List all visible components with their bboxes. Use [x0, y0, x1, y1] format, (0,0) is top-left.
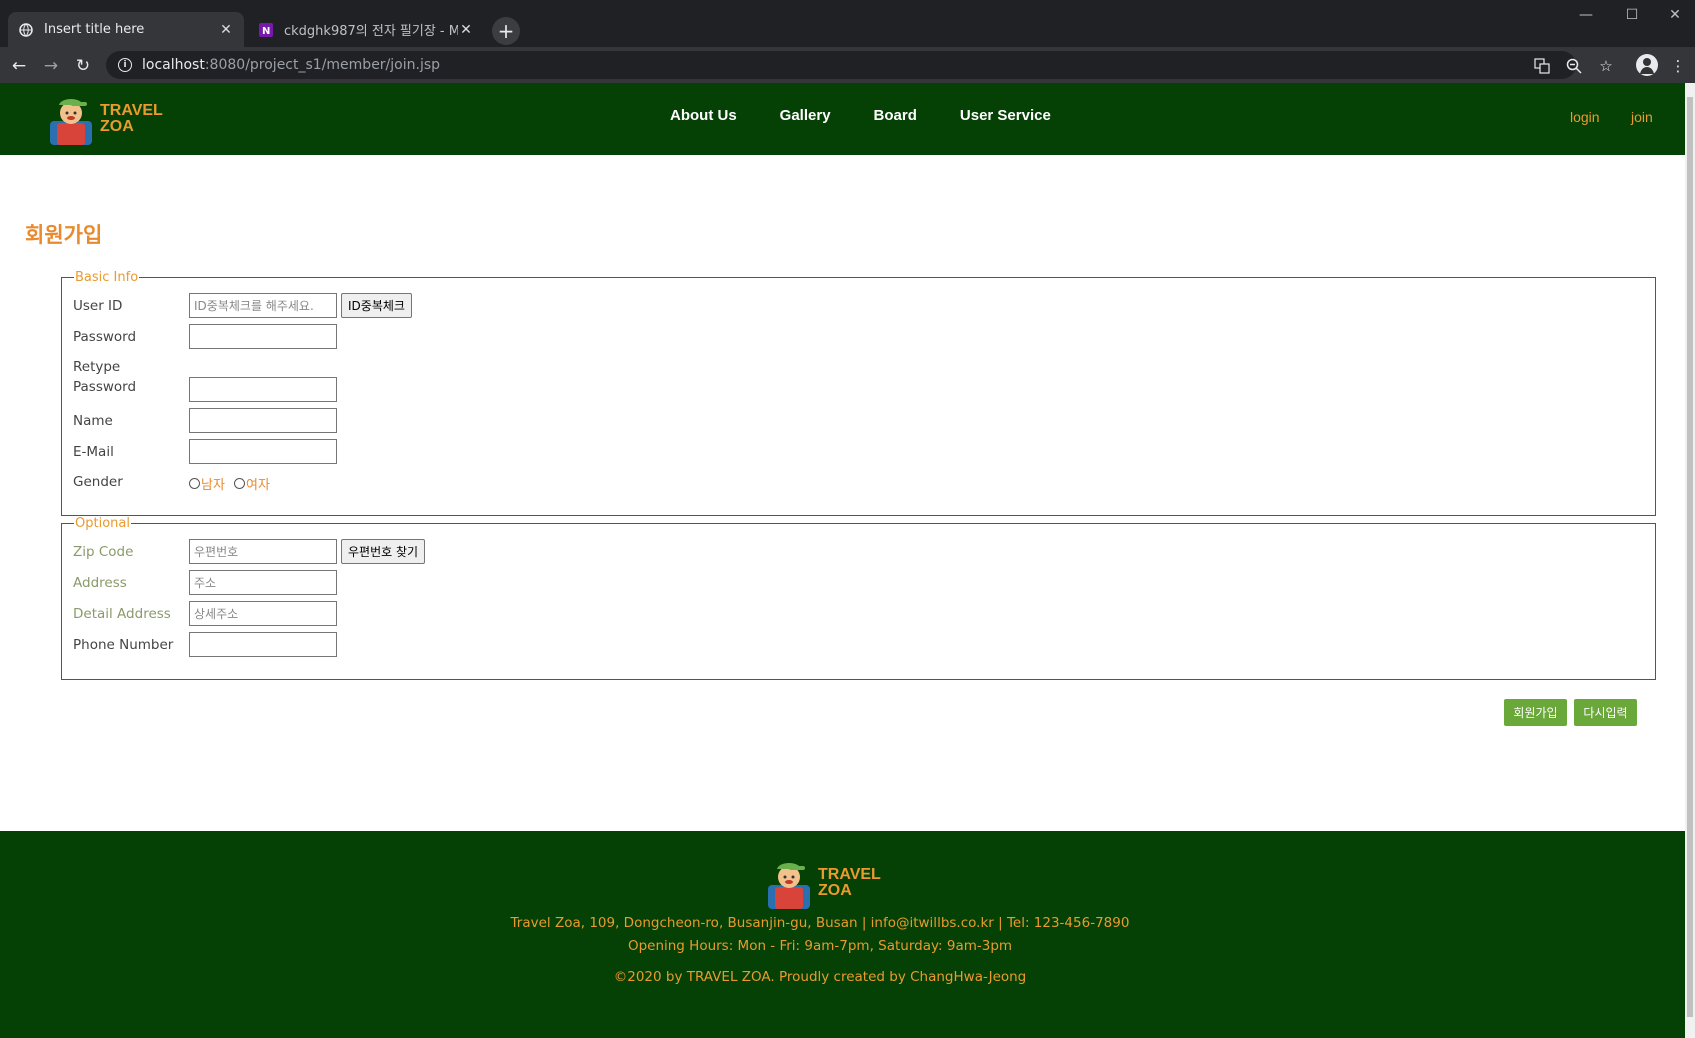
close-icon[interactable]: ✕: [458, 22, 474, 38]
main-nav: About Us Gallery Board User Service: [670, 107, 1051, 124]
id-check-button[interactable]: ID중복체크: [341, 293, 412, 318]
site-header: TRAVEL ZOA About Us Gallery Board User S…: [0, 83, 1685, 155]
nav-about-us[interactable]: About Us: [670, 107, 737, 124]
url-path: :8080/project_s1/member/join.jsp: [204, 57, 441, 73]
name-input[interactable]: [189, 408, 337, 433]
globe-icon: [18, 22, 34, 38]
traveler-mascot-icon: [44, 91, 98, 147]
gender-label: Gender: [73, 474, 123, 490]
reload-icon[interactable]: ↻: [72, 55, 94, 77]
translate-icon[interactable]: [1532, 56, 1552, 76]
footer-address: Travel Zoa, 109, Dongcheon-ro, Busanjin-…: [510, 915, 1130, 931]
join-link[interactable]: join: [1631, 109, 1653, 125]
web-page: TRAVEL ZOA About Us Gallery Board User S…: [0, 83, 1685, 1038]
profile-avatar[interactable]: [1636, 54, 1658, 76]
site-footer: TRAVEL ZOA Travel Zoa, 109, Dongcheon-ro…: [0, 831, 1685, 1038]
submit-join-button[interactable]: 회원가입: [1504, 699, 1567, 726]
nav-user-service[interactable]: User Service: [960, 107, 1051, 124]
email-label: E-Mail: [73, 444, 114, 460]
user-id-input[interactable]: ID중복체크를 해주세요.: [189, 293, 337, 318]
forward-icon[interactable]: →: [40, 55, 62, 77]
name-label: Name: [73, 413, 113, 429]
minimize-icon[interactable]: —: [1563, 0, 1609, 30]
basic-info-legend: Basic Info: [75, 270, 139, 285]
page-scrollbar[interactable]: [1685, 83, 1695, 1038]
detail-address-label: Detail Address: [73, 606, 171, 622]
email-input[interactable]: [189, 439, 337, 464]
address-label: Address: [73, 575, 127, 591]
footer-copyright: ©2020 by TRAVEL ZOA. Proudly created by …: [613, 969, 1027, 985]
url-host: localhost: [142, 57, 205, 73]
nav-board[interactable]: Board: [874, 107, 917, 124]
tab-insert-title[interactable]: Insert title here ✕: [8, 12, 244, 47]
info-icon[interactable]: i: [118, 58, 132, 72]
site-logo[interactable]: TRAVEL ZOA: [44, 91, 163, 147]
nav-gallery[interactable]: Gallery: [780, 107, 831, 124]
maximize-icon[interactable]: ☐: [1609, 0, 1655, 30]
footer-logo: TRAVEL ZOA: [762, 855, 881, 911]
optional-fieldset: Optional Zip Code 우편번호 우편번호 찾기 Address 주…: [61, 516, 1656, 680]
password-label: Password: [73, 329, 137, 345]
gender-options: 남자 여자: [189, 473, 274, 493]
tab-label: Insert title here: [44, 22, 145, 37]
back-icon[interactable]: ←: [8, 55, 30, 77]
login-link[interactable]: login: [1570, 109, 1600, 125]
gender-female-radio[interactable]: [234, 478, 246, 489]
address-bar[interactable]: i localhost:8080/project_s1/member/join.…: [106, 51, 1576, 79]
scrollbar-thumb[interactable]: [1687, 97, 1693, 1017]
star-icon[interactable]: ☆: [1596, 56, 1616, 76]
gender-male-label: 남자: [201, 478, 225, 493]
browser-toolbar: ← → ↻ i localhost:8080/project_s1/member…: [0, 47, 1695, 83]
reset-button[interactable]: 다시입력: [1574, 699, 1637, 726]
address-input[interactable]: 주소: [189, 570, 337, 595]
window-close-icon[interactable]: ✕: [1655, 0, 1695, 30]
retype-password-input[interactable]: [189, 377, 337, 402]
footer-hours: Opening Hours: Mon - Fri: 9am-7pm, Satur…: [627, 938, 1013, 954]
phone-number-input[interactable]: [189, 632, 337, 657]
zip-search-button[interactable]: 우편번호 찾기: [341, 539, 426, 564]
zoom-icon[interactable]: [1564, 56, 1584, 76]
user-id-label: User ID: [73, 298, 123, 314]
optional-legend: Optional: [75, 516, 130, 531]
zip-code-label: Zip Code: [73, 544, 134, 560]
gender-male-radio[interactable]: [189, 478, 200, 489]
logo-text: TRAVEL ZOA: [100, 102, 163, 135]
detail-address-input[interactable]: 상세주소: [189, 601, 337, 626]
onenote-icon: N: [258, 22, 274, 38]
gender-female-label: 여자: [246, 478, 270, 493]
password-input[interactable]: [189, 324, 337, 349]
footer-logo-text: TRAVEL ZOA: [818, 866, 881, 899]
basic-info-fieldset: Basic Info User ID ID중복체크를 해주세요. ID중복체크 …: [61, 270, 1656, 516]
retype-password-label: Retype Password: [73, 359, 137, 395]
zip-code-input[interactable]: 우편번호: [189, 539, 337, 564]
svg-text:N: N: [262, 26, 270, 37]
page-title: 회원가입: [25, 223, 103, 247]
new-tab-button[interactable]: +: [492, 17, 520, 45]
phone-number-label: Phone Number: [73, 637, 174, 653]
browser-titlebar: Insert title here ✕ N ckdghk987의 전자 필기장 …: [0, 0, 1695, 47]
menu-icon[interactable]: ⋮: [1668, 56, 1688, 76]
tab-onenote[interactable]: N ckdghk987의 전자 필기장 - Mic ✕: [248, 12, 484, 47]
close-icon[interactable]: ✕: [218, 22, 234, 38]
traveler-mascot-icon: [762, 855, 816, 911]
tab-label: ckdghk987의 전자 필기장 - Mic: [284, 24, 458, 39]
